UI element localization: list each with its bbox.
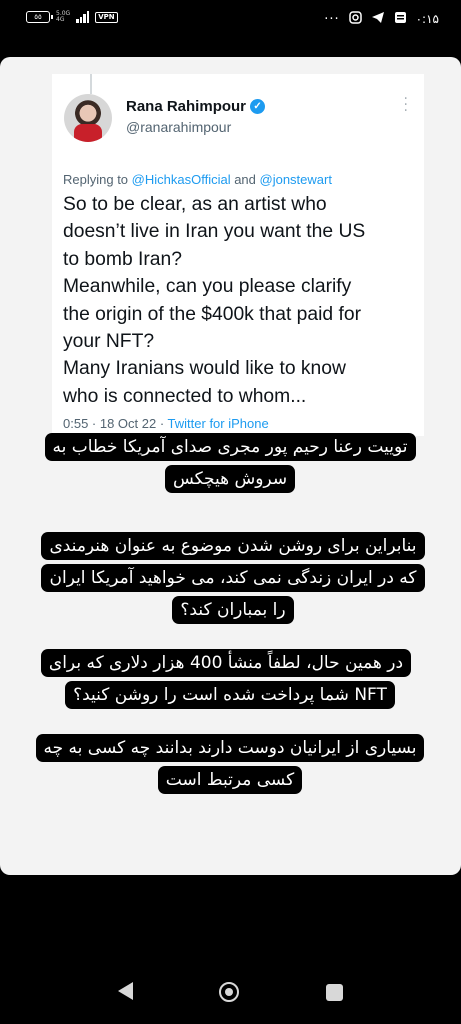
caption-text: بنابراین برای روشن شدن موضوع به عنوان هن… (41, 532, 425, 624)
avatar (64, 94, 112, 142)
more-dots-icon: ··· (324, 11, 340, 27)
status-bar: ٥٥ 5.0G 4G VPN ··· ۰:۱۵ (0, 0, 461, 40)
navigation-bar (0, 960, 461, 1024)
tweet-source: Twitter for iPhone (167, 416, 269, 431)
author-name-text: Rana Rahimpour (126, 98, 247, 115)
tweet-meta: 0:55 · 18 Oct 22 · Twitter for iPhone (63, 416, 269, 431)
caption-1: بنابراین برای روشن شدن موضوع به عنوان هن… (38, 530, 428, 626)
tweet-author-name: Rana Rahimpour ✓ (126, 98, 266, 115)
caption-text: توییت رعنا رحیم پور مجری صدای آمریکا خطا… (44, 433, 416, 493)
tweet-screenshot: Rana Rahimpour ✓ @ranarahimpour · · · Repl… (52, 74, 424, 436)
caption-text: بسیاری از ایرانیان دوست دارند بدانند چه … (35, 734, 425, 794)
tweet-body: So to be clear, as an artist who doesn’t… (63, 191, 418, 410)
reply-user-link: @HichkasOfficial (131, 172, 231, 187)
tweet-line: Many Iranians would like to know (63, 358, 346, 380)
reply-user-link: @jonstewart (259, 172, 332, 187)
tweet-line: to bomb Iran? (63, 248, 182, 270)
tweet-line: So to be clear, as an artist who (63, 194, 327, 215)
signal-icon (76, 11, 90, 23)
tweet-line: who is connected to whom... (63, 385, 307, 407)
replying-to: Replying to @HichkasOfficial and @jonste… (63, 172, 332, 187)
home-icon[interactable] (219, 982, 239, 1002)
tweet-line: the origin of the $400k that paid for (63, 303, 361, 325)
network-indicator: 5.0G 4G (56, 11, 70, 23)
instagram-icon (348, 11, 362, 27)
story-card: Rana Rahimpour ✓ @ranarahimpour · · · Repl… (0, 57, 461, 875)
more-options-icon: · · · (403, 91, 408, 119)
battery-level: ٥٥ (34, 13, 42, 21)
vpn-badge: VPN (95, 11, 118, 23)
tweet-author-handle: @ranarahimpour (126, 119, 232, 135)
status-left: ٥٥ 5.0G 4G VPN (26, 11, 118, 23)
caption-text: در همین حال، لطفاً منشأ 400 هزار دلاری ک… (40, 649, 412, 709)
replying-and: and (230, 172, 260, 187)
caption-title: توییت رعنا رحیم پور مجری صدای آمریکا خطا… (40, 431, 420, 495)
notification-icon (394, 11, 407, 27)
caption-2: در همین حال، لطفاً منشأ 400 هزار دلاری ک… (30, 647, 430, 711)
status-right: ··· ۰:۱۵ (324, 11, 439, 27)
back-icon[interactable] (118, 982, 133, 1000)
tweet-timestamp: 0:55 · 18 Oct 22 · (63, 416, 168, 431)
tweet-line: Meanwhile, can you please clarify (63, 276, 352, 298)
thread-line (90, 74, 92, 94)
recents-icon[interactable] (326, 984, 343, 1001)
tweet-line: doesn’t live in Iran you want the US (63, 221, 366, 243)
battery-icon: ٥٥ (26, 11, 53, 23)
replying-prefix: Replying to (63, 172, 132, 187)
tweet-line: your NFT? (63, 331, 155, 353)
network-sub: 4G (56, 16, 65, 23)
caption-3: بسیاری از ایرانیان دوست دارند بدانند چه … (20, 732, 440, 796)
status-time: ۰:۱۵ (415, 12, 439, 26)
verified-badge-icon: ✓ (250, 99, 266, 114)
telegram-icon (371, 11, 385, 27)
